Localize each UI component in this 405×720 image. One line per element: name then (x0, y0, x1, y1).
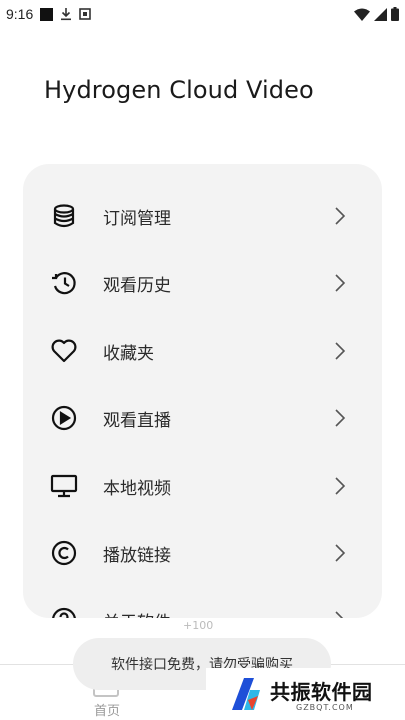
menu-item-about[interactable]: 关于软件 (23, 595, 382, 618)
signal-icon (374, 7, 387, 21)
wifi-icon (354, 8, 370, 21)
chevron-right-icon (332, 273, 348, 293)
heart-icon (50, 337, 78, 365)
chevron-right-icon (332, 610, 348, 618)
copyright-icon (50, 539, 78, 567)
notification-square-icon (40, 7, 54, 21)
status-right (354, 7, 399, 21)
menu-item-label: 本地视频 (103, 478, 171, 499)
download-icon (60, 7, 72, 21)
menu-item-history[interactable]: 观看历史 (23, 258, 382, 308)
play-circle-icon (50, 404, 78, 432)
chevron-right-icon (332, 206, 348, 226)
screenshot-icon (79, 8, 92, 20)
watermark-logo-icon (228, 676, 264, 712)
nav-home-label: 首页 (94, 704, 121, 719)
menu-item-label: 关于软件 (103, 608, 171, 619)
status-left: 9:16 (6, 6, 92, 22)
chevron-right-icon (332, 543, 348, 563)
help-circle-icon (50, 606, 78, 618)
chevron-right-icon (332, 408, 348, 428)
monitor-icon (50, 472, 78, 500)
page-title: Hydrogen Cloud Video (44, 76, 314, 104)
watermark: 共振软件园 GZBQT.COM (206, 668, 405, 720)
battery-icon (391, 7, 399, 21)
menu-item-label: 观看直播 (103, 410, 171, 431)
toast-badge: +100 (183, 619, 214, 632)
status-bar: 9:16 (0, 0, 405, 28)
menu-item-label: 订阅管理 (103, 208, 171, 229)
history-icon (50, 269, 78, 297)
menu-item-subscription[interactable]: 订阅管理 (23, 191, 382, 241)
status-time: 9:16 (6, 6, 34, 22)
menu-item-play-link[interactable]: 播放链接 (23, 528, 382, 578)
watermark-domain: GZBQT.COM (296, 703, 354, 712)
database-icon (50, 202, 78, 230)
menu-item-live[interactable]: 观看直播 (23, 393, 382, 443)
menu-card: 订阅管理 观看历史 收藏夹 观看直播 本地视频 播放链接 (23, 164, 382, 618)
menu-item-favorites[interactable]: 收藏夹 (23, 326, 382, 376)
menu-item-local-video[interactable]: 本地视频 (23, 461, 382, 511)
menu-item-label: 收藏夹 (103, 343, 154, 364)
chevron-right-icon (332, 476, 348, 496)
menu-item-label: 观看历史 (103, 275, 171, 296)
menu-item-label: 播放链接 (103, 545, 171, 566)
watermark-name: 共振软件园 (270, 680, 373, 704)
chevron-right-icon (332, 341, 348, 361)
